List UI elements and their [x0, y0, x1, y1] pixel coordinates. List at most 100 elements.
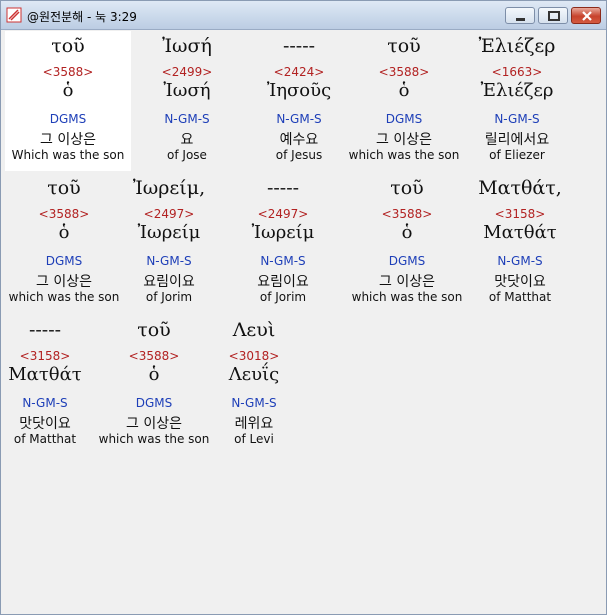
morphology: DGMS: [45, 254, 83, 268]
word-cell[interactable]: τοῦ <3588> ὁ DGMS 그 이상은 which was the so…: [5, 173, 123, 313]
greek-word: Ἐλιέζερ: [478, 35, 556, 57]
greek-word: τοῦ: [387, 35, 421, 57]
window-title: @원전분해 - 눅 3:29: [27, 10, 137, 24]
close-button[interactable]: [571, 7, 601, 24]
word-cell[interactable]: τοῦ <3588> ὁ DGMS 그 이상은 which was the so…: [347, 31, 461, 171]
greek-word: Ἰωρείμ,: [132, 177, 206, 199]
strong-number[interactable]: <3018>: [219, 349, 289, 363]
morphology: DGMS: [388, 254, 426, 268]
strong-number[interactable]: <3588>: [95, 349, 213, 363]
lemma: ὁ: [58, 222, 70, 243]
english-gloss: of Jesus: [275, 148, 323, 162]
greek-word: τοῦ: [47, 177, 81, 199]
english-gloss: of Jose: [167, 148, 207, 162]
korean-gloss: 예수요: [279, 132, 319, 148]
word-cell[interactable]: τοῦ <3588> ὁ DGMS 그 이상은 which was the so…: [347, 173, 467, 313]
word-cell[interactable]: ----- <2497> Ἰωρείμ N-GM-S 요림이요 of Jorim: [225, 173, 341, 313]
greek-word: τοῦ: [51, 35, 85, 57]
strong-number[interactable]: <3158>: [5, 349, 85, 363]
lemma: Ἰωρείμ: [137, 222, 201, 243]
korean-gloss: 그 이상은: [379, 274, 435, 290]
morphology: N-GM-S: [22, 396, 68, 410]
english-gloss: of Jorim: [145, 290, 193, 304]
lemma: ὁ: [401, 222, 413, 243]
morphology: DGMS: [49, 112, 87, 126]
morphology: N-GM-S: [260, 254, 306, 268]
morphology: N-GM-S: [494, 112, 540, 126]
greek-word: Λευὶ: [232, 319, 276, 341]
english-gloss: of Levi: [234, 432, 274, 446]
strong-number[interactable]: <3588>: [5, 207, 123, 221]
english-gloss: of Jorim: [259, 290, 307, 304]
close-icon: [582, 11, 592, 21]
lemma: Ματθάτ: [483, 222, 557, 243]
english-gloss: Which was the son: [11, 148, 125, 162]
english-gloss: which was the son: [351, 290, 463, 304]
english-gloss: of Matthat: [13, 432, 77, 446]
word-cell[interactable]: ----- <3158> Ματθάτ N-GM-S 맛닷이요 of Matth…: [5, 315, 85, 455]
strong-number[interactable]: <2497>: [225, 207, 341, 221]
lemma: ὁ: [62, 80, 74, 101]
lemma: Ἰωσή: [163, 80, 211, 101]
strong-number[interactable]: <2499>: [131, 65, 243, 79]
word-cell[interactable]: ----- <2424> Ἰησοῦς N-GM-S 예수요 of Jesus: [243, 31, 355, 171]
app-window: @원전분해 - 눅 3:29 τοῦ <3588> ὁ DGMS 그 이상은 W…: [0, 0, 607, 615]
lemma: Ἰωρείμ: [251, 222, 315, 243]
morphology: N-GM-S: [164, 112, 210, 126]
english-gloss: which was the son: [98, 432, 210, 446]
korean-gloss: 요: [180, 132, 194, 148]
maximize-button[interactable]: [538, 7, 568, 24]
greek-word: -----: [282, 35, 316, 57]
greek-word: Ματθάτ,: [478, 177, 562, 199]
strong-number[interactable]: <3588>: [347, 65, 461, 79]
korean-gloss: 그 이상은: [126, 416, 182, 432]
korean-gloss: 맛닷이요: [19, 416, 71, 432]
korean-gloss: 레위요: [234, 416, 274, 432]
greek-word: τοῦ: [390, 177, 424, 199]
lemma: Λευΐς: [228, 364, 280, 385]
restore-icon: [548, 11, 560, 21]
lemma: ὁ: [148, 364, 160, 385]
strong-number[interactable]: <3588>: [5, 65, 131, 79]
lemma: Ἰησοῦς: [266, 80, 332, 101]
english-gloss: of Eliezer: [489, 148, 545, 162]
korean-gloss: 그 이상은: [40, 132, 96, 148]
strong-number[interactable]: <2424>: [243, 65, 355, 79]
word-cell[interactable]: Ματθάτ, <3158> Ματθάτ N-GM-S 맛닷이요 of Mat…: [465, 173, 575, 313]
minimize-button[interactable]: [505, 7, 535, 24]
word-cell[interactable]: τοῦ <3588> ὁ DGMS 그 이상은 which was the so…: [95, 315, 213, 455]
korean-gloss: 요림이요: [143, 274, 195, 290]
english-gloss: which was the son: [348, 148, 460, 162]
word-cell[interactable]: Λευὶ <3018> Λευΐς N-GM-S 레위요 of Levi: [219, 315, 289, 455]
strong-number[interactable]: <3158>: [465, 207, 575, 221]
minimize-icon: [516, 18, 525, 21]
word-analysis-pane: τοῦ <3588> ὁ DGMS 그 이상은 Which was the so…: [5, 31, 602, 611]
korean-gloss: 그 이상은: [36, 274, 92, 290]
english-gloss: of Matthat: [488, 290, 552, 304]
morphology: N-GM-S: [276, 112, 322, 126]
greek-word: Ἰωσή: [162, 35, 212, 57]
title-bar[interactable]: @원전분해 - 눅 3:29: [1, 1, 606, 30]
morphology: N-GM-S: [146, 254, 192, 268]
strong-number[interactable]: <2497>: [109, 207, 229, 221]
korean-gloss: 릴리에서요: [484, 132, 550, 148]
greek-word: τοῦ: [137, 319, 171, 341]
korean-gloss: 맛닷이요: [494, 274, 546, 290]
lemma: ὁ: [398, 80, 410, 101]
strong-number[interactable]: <1663>: [461, 65, 573, 79]
word-cell[interactable]: Ἰωρείμ, <2497> Ἰωρείμ N-GM-S 요림이요 of Jor…: [109, 173, 229, 313]
word-cell[interactable]: Ἰωσή <2499> Ἰωσή N-GM-S 요 of Jose: [131, 31, 243, 171]
strong-number[interactable]: <3588>: [347, 207, 467, 221]
english-gloss: which was the son: [8, 290, 120, 304]
word-cell[interactable]: τοῦ <3588> ὁ DGMS 그 이상은 Which was the so…: [5, 31, 131, 171]
greek-word: -----: [28, 319, 62, 341]
morphology: N-GM-S: [231, 396, 277, 410]
word-cell[interactable]: Ἐλιέζερ <1663> Ἐλιέζερ N-GM-S 릴리에서요 of E…: [461, 31, 573, 171]
lemma: Ματθάτ: [8, 364, 82, 385]
korean-gloss: 그 이상은: [376, 132, 432, 148]
morphology: DGMS: [135, 396, 173, 410]
greek-word: -----: [266, 177, 300, 199]
app-logo-icon: [6, 7, 22, 23]
morphology: DGMS: [385, 112, 423, 126]
lemma: Ἐλιέζερ: [480, 80, 554, 101]
